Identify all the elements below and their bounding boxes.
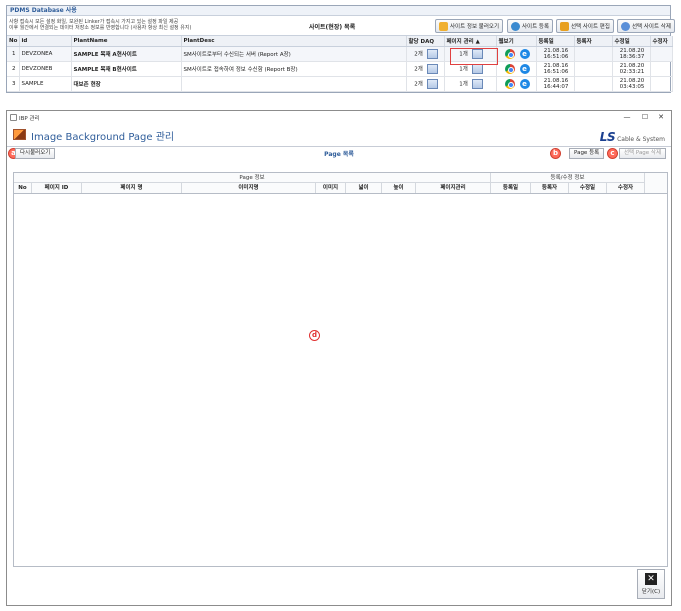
window-titlebar[interactable]: IBP 관리 — ☐ ✕ [7, 111, 671, 124]
page-manage-highlight [450, 48, 498, 65]
page-manage-icon[interactable] [471, 78, 483, 89]
group-reg-info: 등록/수정 정보 [491, 173, 645, 183]
add-icon [511, 21, 520, 31]
load-site-info-button[interactable]: 사이트 정보 불러오기 [435, 19, 504, 33]
chrome-icon[interactable] [504, 78, 515, 89]
minimize-button[interactable]: — [619, 112, 635, 123]
page-manage-icon[interactable] [471, 63, 483, 74]
delete-site-button[interactable]: 선택 사이트 삭제 [617, 19, 675, 33]
delete-icon [621, 21, 630, 31]
table-row[interactable]: 3 SAMPLE 대보존 현장 2개 1개 e 21.08.16 16:44:07… [7, 76, 673, 92]
pdms-panel: PDMS Database 사용 사항 접속시 모든 설정 화일, 보완된 Li… [6, 5, 675, 93]
page-grid-header: Page 정보 등록/수정 정보 No 페이지 ID 페이지 명 이미지명 이미… [14, 173, 667, 194]
ie-icon[interactable]: e [519, 63, 530, 74]
daq-icon[interactable] [426, 63, 438, 74]
ls-logo: LS Cable & System [599, 130, 665, 144]
page-grid: Page 정보 등록/수정 정보 No 페이지 ID 페이지 명 이미지명 이미… [13, 172, 668, 567]
ie-icon[interactable]: e [519, 48, 530, 59]
pdms-notice: 사항 접속시 모든 설정 화일, 보완된 Linker가 접속시 가지고 있는 … [9, 19, 192, 31]
image-page-icon [13, 129, 26, 140]
close-button[interactable]: ✕ 닫기(C) [637, 569, 665, 599]
table-row[interactable]: 1 DEVZONEA SAMPLE 목재 A현사이트 SM사이트로부터 수신되는… [7, 46, 673, 62]
callout-b: b [550, 148, 561, 159]
daq-icon[interactable] [426, 48, 438, 59]
site-list-title: 사이트(현장) 목록 [309, 24, 356, 31]
pdms-title: PDMS Database 사용 [7, 6, 670, 16]
callout-c: c [607, 148, 618, 159]
maximize-button[interactable]: ☐ [637, 112, 653, 123]
site-table: No id PlantName PlantDesc 할당 DAQ 페이지 관리 … [7, 36, 673, 92]
page-title: Image Background Page 관리 [31, 132, 175, 143]
window-footer: ✕ 닫기(C) [7, 565, 671, 605]
group-page-info: Page 정보 [14, 173, 491, 183]
edit-site-button[interactable]: 선택 사이트 편집 [556, 19, 614, 33]
site-table-header: No id PlantName PlantDesc 할당 DAQ 페이지 관리 … [7, 36, 673, 47]
chrome-icon[interactable] [504, 63, 515, 74]
register-site-button[interactable]: 사이트 등록 [507, 19, 554, 33]
delete-selected-page-button[interactable]: 선택 Page 삭제 [619, 148, 667, 159]
window-title: IBP 관리 [19, 116, 40, 122]
table-row[interactable]: 2 DEVZONEB SAMPLE 목재 B현사이트 SM사이트로 접속하여 정… [7, 61, 673, 77]
ie-icon[interactable]: e [519, 78, 530, 89]
page-grid-body[interactable]: d [14, 194, 667, 566]
chrome-icon[interactable] [504, 48, 515, 59]
page-actionbar: a 다시불러오기 Page 목록 b Page 등록 c 선택 Page 삭제 [7, 146, 671, 159]
database-icon [439, 21, 448, 31]
ibp-window: IBP 관리 — ☐ ✕ Image Background Page 관리 LS… [6, 110, 672, 606]
page-register-button[interactable]: Page 등록 [569, 148, 605, 159]
close-window-button[interactable]: ✕ [653, 112, 669, 123]
pdms-toolbar: 사항 접속시 모든 설정 화일, 보완된 Linker가 접속시 가지고 있는 … [7, 16, 675, 36]
edit-icon [560, 21, 569, 31]
callout-d: d [309, 330, 320, 341]
window-header: Image Background Page 관리 LS Cable & Syst… [7, 124, 671, 146]
window-icon [10, 114, 17, 121]
daq-icon[interactable] [426, 78, 438, 89]
close-icon: ✕ [645, 573, 657, 585]
